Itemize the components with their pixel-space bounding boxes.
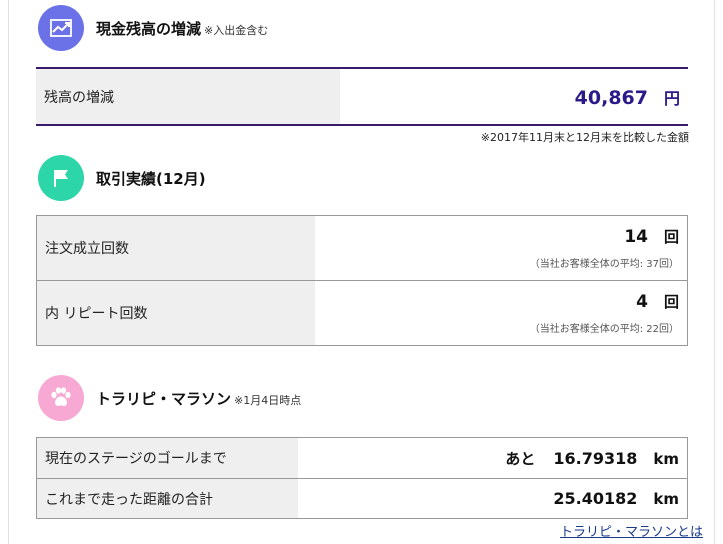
stage-goal-distance: 16.79318 — [553, 448, 638, 468]
repeat-count-number: 4 — [636, 292, 648, 312]
cash-section-header: 現金残高の増減 ※入出金含む — [38, 5, 268, 51]
total-distance-unit: km — [653, 490, 679, 508]
cash-section-title: 現金残高の増減 ※入出金含む — [96, 18, 268, 39]
balance-change-unit: 円 — [663, 88, 680, 108]
right-border — [714, 0, 715, 544]
repeat-count-label: 内 リピート回数 — [37, 281, 315, 345]
balance-change-amount: 40,867 — [574, 86, 648, 109]
trades-section-header: 取引実績(12月) — [38, 155, 206, 201]
orders-filled-average: （当社お客様全体の平均: 37回） — [529, 259, 679, 270]
total-distance-label: これまで走った距離の合計 — [37, 479, 298, 518]
stage-goal-label: 現在のステージのゴールまで — [37, 438, 298, 478]
orders-filled-count: 14 — [624, 227, 648, 247]
left-border — [8, 0, 9, 544]
table-row: 内 リピート回数 4回 （当社お客様全体の平均: 22回） — [37, 280, 687, 345]
balance-change-value: 40,867 円 — [340, 69, 688, 124]
repeat-count-average: （当社お客様全体の平均: 22回） — [529, 324, 679, 335]
stage-goal-unit: km — [653, 449, 679, 468]
trades-title-text: 取引実績(12月) — [96, 169, 206, 188]
repeat-count-unit: 回 — [663, 293, 679, 311]
flag-icon — [38, 155, 84, 201]
marathon-info-link[interactable]: トラリピ・マラソンとは — [560, 521, 703, 540]
cash-title-note: ※入出金含む — [204, 23, 269, 37]
marathon-section-header: トラリピ・マラソン ※1月4日時点 — [38, 375, 301, 421]
orders-filled-unit: 回 — [663, 228, 679, 246]
balance-change-row: 残高の増減 40,867 円 — [36, 69, 688, 124]
total-distance-value: 25.40182 km — [298, 479, 687, 518]
trend-chart-icon — [38, 5, 84, 51]
cash-balance-table: 残高の増減 40,867 円 — [36, 67, 688, 126]
stage-goal-value: あと 16.79318 km — [298, 438, 687, 478]
table-row: 注文成立回数 14 回 （当社お客様全体の平均: 37回） — [37, 216, 687, 280]
orders-filled-value: 14 回 （当社お客様全体の平均: 37回） — [315, 216, 687, 280]
marathon-section-title: トラリピ・マラソン ※1月4日時点 — [96, 388, 301, 409]
cash-title-text: 現金残高の増減 — [96, 19, 202, 38]
balance-change-label: 残高の増減 — [36, 69, 340, 124]
marathon-table: 現在のステージのゴールまで あと 16.79318 km これまで走った距離の合計 … — [36, 437, 688, 519]
marathon-title-text: トラリピ・マラソン — [96, 389, 232, 408]
paw-icon — [38, 375, 84, 421]
table-row: 現在のステージのゴールまで あと 16.79318 km — [37, 438, 687, 478]
marathon-title-note: ※1月4日時点 — [234, 393, 302, 407]
trades-table: 注文成立回数 14 回 （当社お客様全体の平均: 37回） 内 リピート回数 4回… — [36, 215, 688, 346]
stage-goal-prefix: あと — [505, 449, 536, 468]
table-row: これまで走った距離の合計 25.40182 km — [37, 478, 687, 518]
repeat-count-value: 4回 （当社お客様全体の平均: 22回） — [315, 281, 687, 345]
comparison-note: ※2017年11月末と12月末を比較した金額 — [480, 131, 689, 144]
trades-section-title: 取引実績(12月) — [96, 168, 206, 189]
total-distance-number: 25.40182 — [553, 489, 638, 508]
orders-filled-label: 注文成立回数 — [37, 216, 315, 280]
